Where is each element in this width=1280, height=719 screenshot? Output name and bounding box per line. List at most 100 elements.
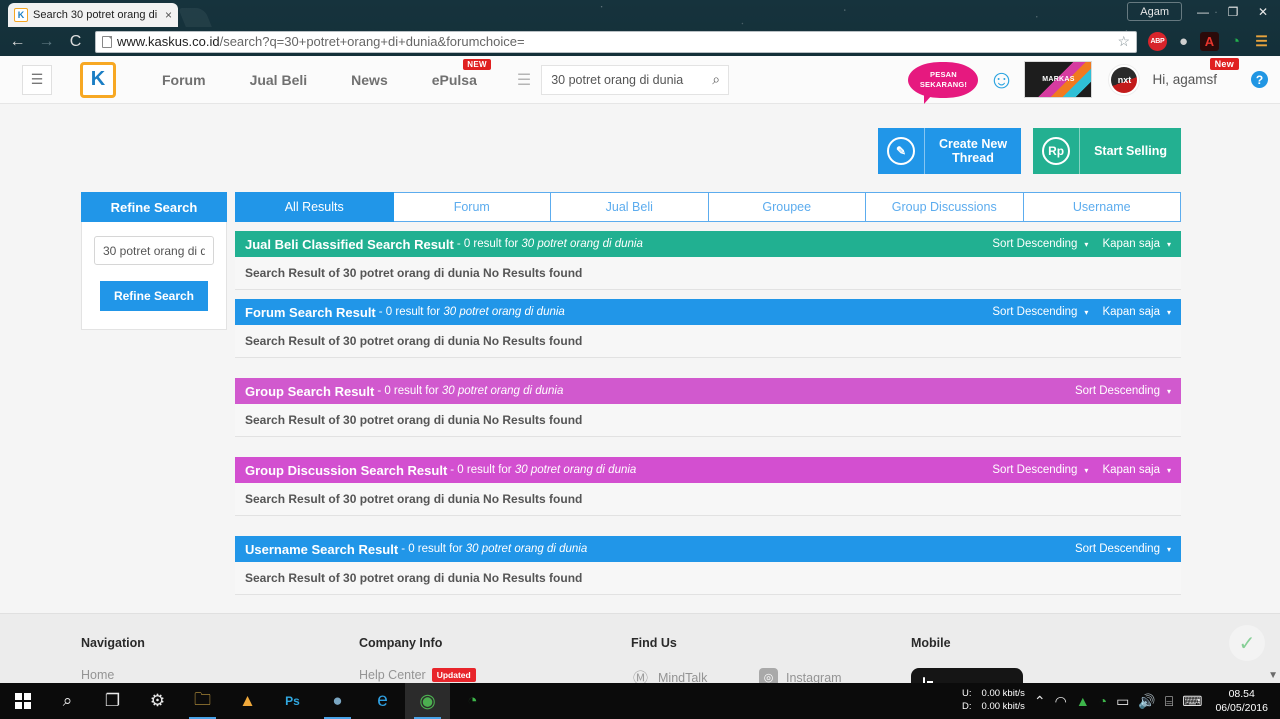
- site-search[interactable]: ⌕: [541, 64, 730, 95]
- idm-tray-icon[interactable]: ◔: [1099, 693, 1107, 709]
- back-icon[interactable]: ←: [4, 30, 31, 54]
- idm-icon[interactable]: ◔: [1226, 32, 1245, 51]
- search-icon[interactable]: ⌕: [45, 683, 90, 719]
- restore-icon[interactable]: ❐: [1218, 2, 1248, 21]
- time-range-dropdown[interactable]: Kapan saja ▾: [1102, 238, 1171, 250]
- adguard-shield-icon[interactable]: ✓: [1229, 625, 1265, 661]
- tab-forum[interactable]: Forum: [393, 192, 551, 222]
- address-bar[interactable]: www.kaskus.co.id/search?q=30+potret+oran…: [95, 30, 1137, 53]
- nav-item-forum[interactable]: Forum: [140, 72, 228, 88]
- reload-icon[interactable]: C: [62, 30, 89, 54]
- adobe-reader-icon[interactable]: A: [1200, 32, 1219, 51]
- footer-link-label: Help Center: [359, 668, 426, 682]
- new-tab-button[interactable]: [178, 8, 212, 27]
- sort-descending-dropdown[interactable]: Sort Descending ▾: [1075, 543, 1171, 555]
- user-greeting[interactable]: Hi, agamsf New: [1152, 58, 1239, 87]
- browser-chrome: K Search 30 potret orang di × Agam — ❐ ✕…: [0, 0, 1280, 56]
- close-window-icon[interactable]: ✕: [1248, 2, 1278, 21]
- nav-item-epulsa[interactable]: ePulsa NEW: [410, 58, 499, 88]
- avatar[interactable]: nxt: [1108, 63, 1141, 96]
- minimize-icon[interactable]: —: [1188, 2, 1218, 21]
- footer-social-mindtalk[interactable]: Ⓜ MindTalk: [631, 668, 759, 683]
- kaskus-logo-icon[interactable]: K: [80, 61, 116, 98]
- file-explorer-icon[interactable]: 🗀: [180, 683, 225, 719]
- dolphin-icon[interactable]: ●: [1174, 32, 1193, 51]
- tab-groupee[interactable]: Groupee: [708, 192, 866, 222]
- footer-link-help-center[interactable]: Help Center Updated: [359, 668, 631, 682]
- chevron-down-icon: ▾: [1166, 386, 1171, 396]
- help-icon[interactable]: ?: [1251, 71, 1268, 88]
- promo-bubble[interactable]: PESAN SEKARANG!: [908, 61, 979, 104]
- nav-item-news[interactable]: News: [329, 72, 410, 88]
- result-header: Forum Search Result - 0 result for 30 po…: [235, 299, 1181, 325]
- edge-icon[interactable]: e: [360, 683, 405, 719]
- result-block-username: Username Search Result - 0 result for 30…: [235, 536, 1181, 595]
- tab-username[interactable]: Username: [1023, 192, 1181, 222]
- scrollbar-down-arrow-icon[interactable]: ▼: [1268, 670, 1278, 681]
- volume-icon[interactable]: 🔊: [1138, 693, 1155, 710]
- sidebar-toggle-icon[interactable]: ☰: [22, 64, 52, 95]
- site-footer: Navigation Home Forum Jual Beli Company …: [0, 613, 1280, 683]
- window-user-label[interactable]: Agam: [1127, 2, 1182, 21]
- browser-tab[interactable]: K Search 30 potret orang di ×: [8, 3, 178, 27]
- search-category-icon[interactable]: ☰: [517, 70, 531, 90]
- search-icon[interactable]: ⌕: [712, 71, 720, 88]
- time-range-dropdown[interactable]: Kapan saja ▾: [1102, 464, 1171, 476]
- tab-group-discussions[interactable]: Group Discussions: [866, 192, 1024, 222]
- sort-descending-dropdown[interactable]: Sort Descending ▾: [992, 464, 1088, 476]
- result-controls: Sort Descending ▾: [1075, 385, 1171, 397]
- forward-icon[interactable]: →: [33, 30, 60, 54]
- sort-descending-dropdown[interactable]: Sort Descending ▾: [1075, 385, 1171, 397]
- sort-descending-dropdown[interactable]: Sort Descending ▾: [992, 238, 1088, 250]
- download-label: D:: [962, 701, 972, 712]
- wifi-icon[interactable]: ◠: [1055, 693, 1067, 710]
- adblock-plus-icon[interactable]: ABP: [1148, 32, 1167, 51]
- create-new-thread-button[interactable]: ✎ Create New Thread: [877, 128, 1022, 174]
- mobile-site-button[interactable]: m.kaskus.co.id: [911, 668, 1023, 683]
- result-title: Group Search Result: [245, 383, 375, 399]
- chrome-menu-icon[interactable]: ☰: [1252, 32, 1271, 51]
- photoshop-icon[interactable]: Ps: [270, 683, 315, 719]
- page-viewport: ☰ K Forum Jual Beli News ePulsaNEW ☰ ⌕ P…: [0, 56, 1280, 683]
- start-selling-label: Start Selling: [1079, 128, 1181, 174]
- promo-mascot-icon[interactable]: ☺: [984, 62, 1018, 98]
- action-center-icon[interactable]: ⌸: [1165, 693, 1173, 710]
- idm-taskbar-icon[interactable]: ◔: [450, 683, 495, 719]
- chrome-icon[interactable]: ◉: [405, 683, 450, 719]
- result-body: Search Result of 30 potret orang di duni…: [235, 257, 1181, 290]
- tab-all-results[interactable]: All Results: [235, 192, 394, 222]
- footer-link-home[interactable]: Home: [81, 668, 359, 682]
- tab-jual-beli[interactable]: Jual Beli: [551, 192, 709, 222]
- result-controls: Sort Descending ▾ Kapan saja ▾: [992, 464, 1171, 476]
- result-block-jual-beli: Jual Beli Classified Search Result - 0 r…: [235, 231, 1181, 290]
- window-controls: — ❐ ✕: [1188, 2, 1278, 21]
- dropbox-icon[interactable]: ▲: [1076, 693, 1090, 709]
- settings-icon[interactable]: ⚙: [135, 683, 180, 719]
- footer-social-instagram[interactable]: ◎ Instagram: [759, 668, 887, 683]
- start-selling-button[interactable]: Rp Start Selling: [1033, 128, 1181, 174]
- refine-search-panel: Refine Search Refine Search: [81, 192, 227, 595]
- start-button[interactable]: [0, 683, 45, 719]
- result-title: Group Discussion Search Result: [245, 462, 448, 478]
- sort-descending-dropdown[interactable]: Sort Descending ▾: [992, 306, 1088, 318]
- refine-search-input[interactable]: [94, 236, 214, 265]
- bookmark-star-icon[interactable]: ☆: [1117, 33, 1130, 50]
- search-input[interactable]: [551, 72, 713, 87]
- battery-icon[interactable]: ▭: [1116, 693, 1129, 710]
- taskbar-clock[interactable]: 08.54 06/05/2016: [1215, 687, 1272, 715]
- keyboard-icon[interactable]: ⌨: [1182, 693, 1202, 710]
- show-hidden-icons[interactable]: ⌃: [1034, 693, 1046, 710]
- nav-item-jual-beli[interactable]: Jual Beli: [228, 72, 330, 88]
- amd-icon[interactable]: ▲: [225, 683, 270, 719]
- action-buttons: ✎ Create New Thread Rp Start Selling: [0, 104, 1280, 174]
- refine-search-button[interactable]: Refine Search: [99, 281, 209, 311]
- steam-icon[interactable]: ●: [315, 683, 360, 719]
- time-range-dropdown[interactable]: Kapan saja ▾: [1102, 306, 1171, 318]
- site-nav: Forum Jual Beli News ePulsa NEW: [140, 58, 499, 88]
- promo-banner[interactable]: MARKAS: [1024, 61, 1093, 98]
- results-tabs: All Results Forum Jual Beli Groupee Grou…: [235, 192, 1181, 222]
- task-view-icon[interactable]: ❐: [90, 683, 135, 719]
- close-icon[interactable]: ×: [165, 8, 172, 22]
- result-controls: Sort Descending ▾ Kapan saja ▾: [992, 238, 1171, 250]
